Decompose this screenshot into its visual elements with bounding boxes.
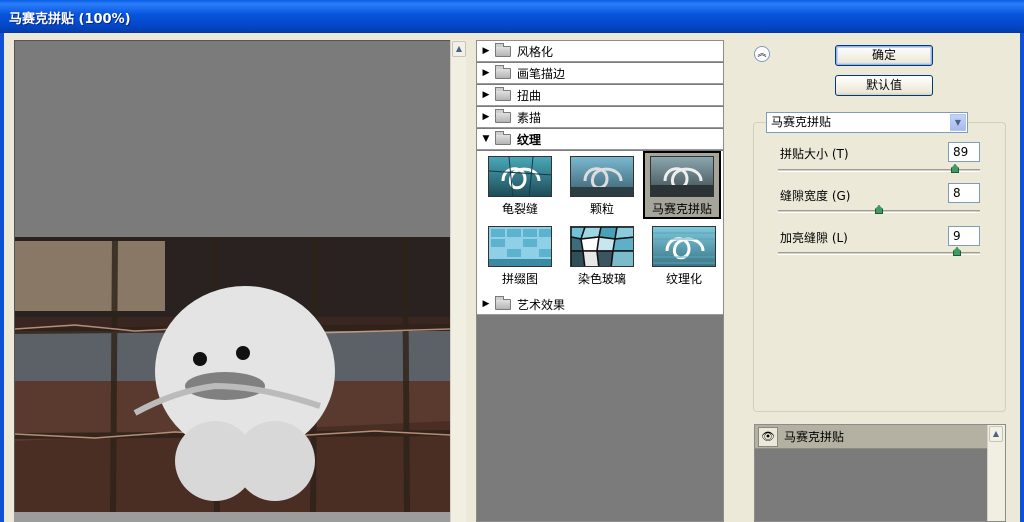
category-brush-strokes[interactable]: ▶ 画笔描边: [477, 63, 723, 84]
folder-icon: [495, 295, 511, 310]
filter-label: 马赛克拼贴: [651, 202, 712, 216]
category-label: 素描: [517, 110, 542, 125]
filter-label: 拼缀图: [501, 272, 538, 286]
window-title: 马赛克拼贴 (100%): [9, 12, 131, 27]
category-distort[interactable]: ▶ 扭曲: [477, 85, 723, 106]
folder-icon: [495, 108, 511, 123]
preview-zoom-bar: [14, 512, 450, 522]
category-stylize[interactable]: ▶ 风格化: [477, 41, 723, 62]
filter-thumbnail: [488, 226, 552, 267]
expand-arrow-icon[interactable]: ▶: [477, 112, 495, 122]
expand-arrow-icon[interactable]: ▶: [477, 68, 495, 78]
collapse-arrow-icon[interactable]: ▼: [477, 134, 495, 144]
dropdown-arrow-icon[interactable]: ▼: [950, 114, 966, 131]
folder-icon: [495, 64, 511, 79]
category-label: 扭曲: [517, 88, 542, 103]
filter-patchwork[interactable]: 拼缀图: [481, 223, 559, 291]
window-border-left: [0, 33, 4, 522]
layers-scrollbar[interactable]: ▲: [987, 425, 1005, 521]
filter-label: 纹理化: [665, 272, 702, 286]
expand-arrow-icon[interactable]: ▶: [477, 299, 495, 309]
effect-layer-label: 马赛克拼贴: [784, 430, 845, 444]
double-chevron-up-icon: ︽: [757, 49, 767, 59]
tile-size-input[interactable]: 89: [948, 142, 980, 162]
tile-size-slider[interactable]: [778, 164, 980, 173]
filter-label: 颗粒: [589, 202, 614, 216]
filter-options-group: [753, 122, 1006, 412]
folder-icon: [495, 86, 511, 101]
filter-mosaic-tiles[interactable]: 马赛克拼贴: [643, 151, 721, 219]
category-sketch[interactable]: ▶ 素描: [477, 107, 723, 128]
filter-thumbnail: [570, 226, 634, 267]
folder-icon: [495, 42, 511, 57]
filter-label: 龟裂缝: [501, 202, 538, 216]
category-texture[interactable]: ▼ 纹理: [477, 129, 723, 150]
category-label: 画笔描边: [517, 66, 566, 81]
filter-craquelure[interactable]: 龟裂缝: [481, 153, 559, 221]
grout-width-input[interactable]: 8: [948, 183, 980, 203]
grout-width-slider[interactable]: [778, 205, 980, 214]
window-border-right: [1020, 33, 1024, 522]
lighten-grout-input[interactable]: 9: [948, 226, 980, 246]
filter-stained-glass[interactable]: 染色玻璃: [563, 223, 641, 291]
filter-browser[interactable]: ▶ 风格化 ▶ 画笔描边 ▶ 扭曲 ▶ 素描 ▼ 纹理 龟裂缝 颗粒 马赛克拼贴…: [476, 40, 724, 522]
category-artistic[interactable]: ▶ 艺术效果: [477, 294, 723, 315]
preview-image: [15, 41, 450, 512]
preview-scrollbar[interactable]: ▲: [450, 40, 466, 522]
category-label: 艺术效果: [517, 297, 566, 312]
defaults-button[interactable]: 默认值: [835, 75, 933, 96]
filter-select[interactable]: 马赛克拼贴 ▼: [766, 112, 968, 133]
lighten-grout-label: 加亮缝隙 (L): [780, 231, 848, 245]
texture-thumbnails: 龟裂缝 颗粒 马赛克拼贴 拼缀图 染色玻璃 纹理化: [477, 151, 723, 294]
eye-icon[interactable]: 👁: [758, 426, 778, 447]
filter-thumbnail: [488, 156, 552, 197]
category-label: 纹理: [517, 132, 542, 147]
tile-size-label: 拼贴大小 (T): [780, 147, 849, 161]
lighten-grout-slider[interactable]: [778, 247, 980, 256]
filter-select-value: 马赛克拼贴: [771, 115, 832, 129]
collapse-panel-button[interactable]: ︽: [754, 46, 770, 62]
filter-thumbnail: [652, 226, 716, 267]
grout-width-label: 缝隙宽度 (G): [780, 189, 851, 203]
scroll-up-button[interactable]: ▲: [452, 41, 466, 57]
expand-arrow-icon[interactable]: ▶: [477, 90, 495, 100]
effect-layers-panel: 👁 马赛克拼贴 ▲: [754, 424, 1006, 522]
ok-button[interactable]: 确定: [835, 45, 933, 66]
scroll-up-button[interactable]: ▲: [989, 426, 1003, 442]
category-label: 风格化: [517, 44, 554, 59]
expand-arrow-icon[interactable]: ▶: [477, 46, 495, 56]
open-folder-icon: [495, 130, 511, 145]
filter-texturizer[interactable]: 纹理化: [645, 223, 723, 291]
filter-grain[interactable]: 颗粒: [563, 153, 641, 221]
filter-thumbnail: [650, 156, 714, 197]
effect-layer-row[interactable]: 👁 马赛克拼贴: [755, 425, 987, 449]
filter-thumbnail: [570, 156, 634, 197]
title-bar: 马赛克拼贴 (100%): [0, 0, 1024, 33]
preview-canvas[interactable]: [14, 40, 450, 512]
filter-label: 染色玻璃: [577, 272, 626, 286]
